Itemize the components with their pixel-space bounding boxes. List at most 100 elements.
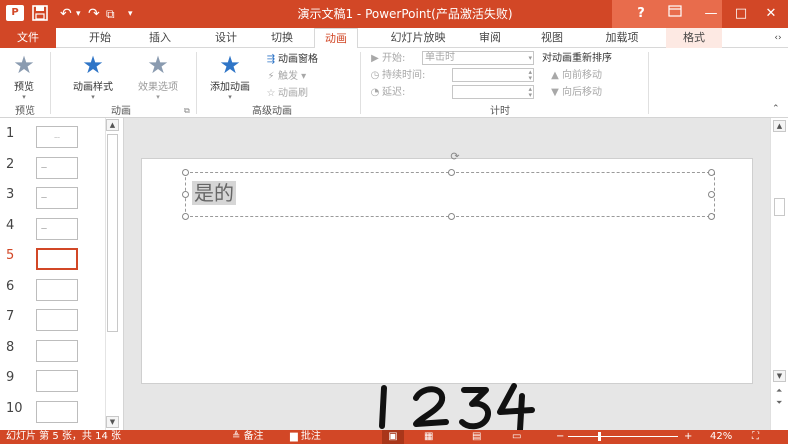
- undo-dropdown-icon[interactable]: ▾: [76, 5, 81, 23]
- slide-thumbnail[interactable]: [36, 279, 78, 301]
- tab-design[interactable]: 设计: [206, 28, 246, 48]
- editor-scrollbar[interactable]: ▲ ▼ ⏶ ⏷: [770, 118, 788, 430]
- thumbnail-scrollbar-thumb[interactable]: [107, 134, 118, 332]
- zoom-slider[interactable]: [568, 436, 678, 437]
- thumbnail-row-7[interactable]: 7: [0, 303, 104, 333]
- minimize-button[interactable]: —: [700, 4, 722, 24]
- move-earlier-button[interactable]: ▲ 向前移动: [548, 68, 602, 83]
- save-icon[interactable]: [32, 5, 48, 23]
- slide-thumbnail[interactable]: [36, 370, 78, 392]
- slide-thumbnail[interactable]: [36, 401, 78, 423]
- slide-thumbnail[interactable]: [36, 340, 78, 362]
- add-animation-button[interactable]: ★ 添加动画 ▾: [202, 52, 258, 101]
- redo-icon[interactable]: ↷: [88, 5, 100, 23]
- move-later-button[interactable]: ▼ 向后移动: [548, 85, 602, 100]
- thumbnail-number: 9: [6, 370, 15, 385]
- reading-view-icon[interactable]: ▤: [472, 430, 481, 444]
- preview-star-icon: ★: [13, 51, 35, 79]
- tab-review[interactable]: 审阅: [470, 28, 510, 48]
- resize-handle[interactable]: [448, 169, 455, 176]
- delay-input[interactable]: ▴ ▾: [452, 85, 534, 99]
- slide-thumbnail[interactable]: [36, 309, 78, 331]
- zoom-level[interactable]: 42%: [710, 430, 732, 444]
- thumbnail-row-2[interactable]: 2 —: [0, 151, 104, 181]
- zoom-in-button[interactable]: +: [684, 430, 692, 444]
- effect-options-button[interactable]: ★ 效果选项 ▾: [126, 52, 190, 101]
- thumbnail-row-3[interactable]: 3 —: [0, 181, 104, 211]
- tab-file[interactable]: 文件: [0, 28, 56, 48]
- start-dropdown-icon: ▾: [528, 54, 532, 62]
- add-animation-dropdown-icon: ▾: [228, 93, 232, 101]
- trigger-button[interactable]: ⚡ 触发 ▾: [264, 69, 306, 84]
- slide-thumbnail[interactable]: ...: [36, 126, 78, 148]
- slide-sorter-icon[interactable]: ▦: [424, 430, 433, 444]
- slide-thumbnail[interactable]: —: [36, 187, 78, 209]
- close-button[interactable]: ✕: [760, 4, 782, 24]
- tab-insert[interactable]: 插入: [140, 28, 180, 48]
- zoom-out-button[interactable]: −: [556, 430, 564, 444]
- tab-slideshow[interactable]: 幻灯片放映: [380, 28, 456, 48]
- start-label: 开始:: [382, 53, 406, 64]
- thumbnail-row-9[interactable]: 9: [0, 364, 104, 394]
- start-from-beginning-icon[interactable]: ⧉: [106, 5, 115, 23]
- thumbnail-scrollbar[interactable]: ▲ ▼: [105, 118, 119, 430]
- tab-format[interactable]: 格式: [666, 28, 722, 48]
- tab-home[interactable]: 开始: [80, 28, 120, 48]
- ribbon-tabs: 文件 开始 插入 设计 切换 动画 幻灯片放映 审阅 视图 加载项 格式 ‹›: [0, 28, 788, 49]
- next-slide-icon[interactable]: ⏷: [776, 398, 782, 407]
- scroll-down-icon[interactable]: ▼: [773, 370, 786, 382]
- slide-thumbnail-selected[interactable]: [36, 248, 78, 270]
- resize-handle[interactable]: [182, 169, 189, 176]
- start-select[interactable]: 单击时 ▾: [422, 51, 534, 65]
- resize-handle[interactable]: [182, 213, 189, 220]
- duration-input[interactable]: ▴ ▾: [452, 68, 534, 82]
- animation-pane-button[interactable]: ⇶ 动画窗格: [264, 52, 318, 67]
- editor-scrollbar-thumb[interactable]: [774, 198, 785, 216]
- resize-handle[interactable]: [708, 169, 715, 176]
- notes-icon: ≜: [232, 431, 244, 442]
- help-button[interactable]: ?: [630, 4, 652, 24]
- undo-icon[interactable]: ↶: [60, 5, 72, 23]
- previous-slide-icon[interactable]: ⏶: [776, 386, 782, 395]
- preview-button[interactable]: ★ 预览 ▾: [4, 51, 44, 101]
- ribbon-display-options-icon[interactable]: [664, 4, 686, 24]
- thumbnail-row-4[interactable]: 4 —: [0, 212, 104, 242]
- resize-handle[interactable]: [708, 213, 715, 220]
- tab-transitions[interactable]: 切换: [262, 28, 302, 48]
- resize-handle[interactable]: [448, 213, 455, 220]
- animation-styles-button[interactable]: ★ 动画样式 ▾: [62, 52, 124, 101]
- scroll-down-icon[interactable]: ▼: [106, 416, 119, 428]
- animation-painter-icon: ☆: [266, 88, 276, 99]
- thumbnail-row-8[interactable]: 8: [0, 334, 104, 364]
- thumbnail-row-10[interactable]: 10: [0, 395, 104, 425]
- thumbnail-row-5[interactable]: 5: [0, 242, 104, 272]
- collapse-ribbon-icon[interactable]: ⌃: [772, 104, 780, 114]
- zoom-slider-thumb[interactable]: [598, 432, 601, 441]
- scroll-up-icon[interactable]: ▲: [773, 120, 786, 132]
- tab-add-ins[interactable]: 加载项: [596, 28, 648, 48]
- fit-to-window-icon[interactable]: ⛶: [752, 430, 759, 444]
- slideshow-view-icon[interactable]: ▭: [512, 430, 521, 444]
- rotation-handle-icon[interactable]: ⟳: [449, 151, 461, 163]
- tab-view[interactable]: 视图: [532, 28, 572, 48]
- resize-handle[interactable]: [182, 191, 189, 198]
- comments-button[interactable]: ▆ 批注: [290, 430, 321, 444]
- notes-button[interactable]: ≜ 备注: [232, 430, 264, 444]
- thumbnail-row-1[interactable]: 1 ...: [0, 120, 104, 150]
- normal-view-icon[interactable]: ▣: [382, 430, 404, 444]
- slide-thumbnail[interactable]: —: [36, 218, 78, 240]
- slide-thumbnail[interactable]: —: [36, 157, 78, 179]
- thumbnail-row-6[interactable]: 6: [0, 273, 104, 303]
- resize-handle[interactable]: [708, 191, 715, 198]
- scroll-up-icon[interactable]: ▲: [106, 119, 119, 131]
- slide-body-text[interactable]: 是的: [192, 181, 236, 205]
- animation-painter-button[interactable]: ☆ 动画刷: [264, 86, 308, 101]
- animation-dialog-launcher-icon[interactable]: ⧉: [184, 106, 190, 116]
- restore-button[interactable]: □: [730, 4, 752, 24]
- text-placeholder[interactable]: ⟳ 是的: [182, 151, 715, 220]
- customize-quick-access-icon[interactable]: ▾: [128, 5, 133, 23]
- tab-overflow-icon[interactable]: ‹›: [770, 28, 786, 48]
- tab-animations[interactable]: 动画: [314, 28, 358, 49]
- slide-canvas[interactable]: ⟳ 是的: [141, 151, 753, 384]
- comments-label: 批注: [300, 431, 321, 442]
